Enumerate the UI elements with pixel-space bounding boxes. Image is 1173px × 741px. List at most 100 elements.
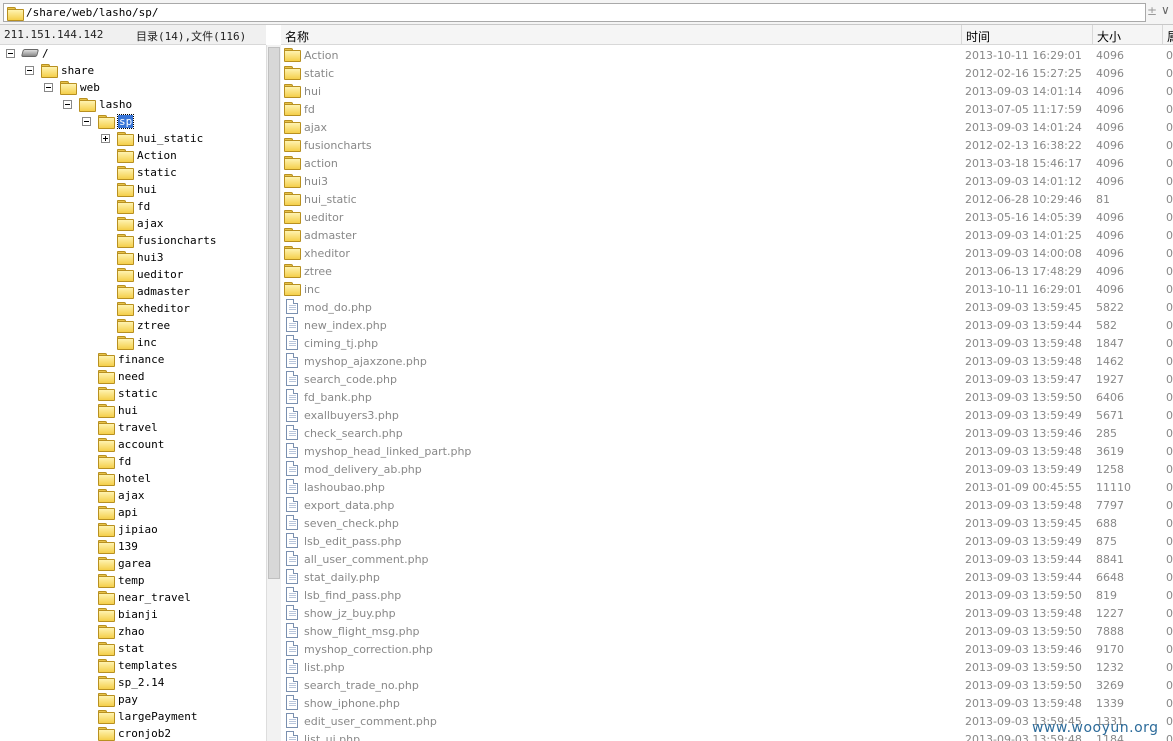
tree-node[interactable]: account (0, 436, 266, 453)
column-name[interactable]: 名称 (281, 25, 961, 45)
tree-node[interactable]: static (0, 385, 266, 402)
tree-node-label[interactable]: / (42, 47, 49, 60)
list-item[interactable]: all_user_comment.php 2013-09-03 13:59:44 8… (281, 550, 1173, 568)
list-item[interactable]: inc 2013-10-11 16:29:01 4096 07 (281, 280, 1173, 298)
tree-node-label[interactable]: near_travel (118, 591, 191, 604)
add-icon[interactable]: ± (1147, 4, 1157, 18)
column-size[interactable]: 大小 (1092, 25, 1162, 45)
list-item[interactable]: show_iphone.php 2013-09-03 13:59:48 1339 07 (281, 694, 1173, 712)
list-item[interactable]: hui_static 2012-06-28 10:29:46 81 07 (281, 190, 1173, 208)
tree-node[interactable]: hui3 (0, 249, 266, 266)
list-item[interactable]: export_data.php 2013-09-03 13:59:48 7797 07 (281, 496, 1173, 514)
column-perm[interactable]: 属 (1162, 25, 1173, 45)
list-item[interactable]: list.php 2013-09-03 13:59:50 1232 07 (281, 658, 1173, 676)
list-item[interactable]: lashoubao.php 2013-01-09 00:45:55 11110 07 (281, 478, 1173, 496)
list-item[interactable]: lsb_edit_pass.php 2013-09-03 13:59:49 875 0… (281, 532, 1173, 550)
collapse-icon[interactable] (44, 83, 53, 92)
list-item[interactable]: ueditor 2013-05-16 14:05:39 4096 07 (281, 208, 1173, 226)
list-item[interactable]: lsb_find_pass.php 2013-09-03 13:59:50 819 0… (281, 586, 1173, 604)
list-item[interactable]: myshop_head_linked_part.php 2013-09-03 13… (281, 442, 1173, 460)
tree-scrollbar[interactable] (266, 45, 281, 741)
tree-node-label[interactable]: hui_static (137, 132, 203, 145)
collapse-icon[interactable] (82, 117, 91, 126)
tree-node[interactable]: static (0, 164, 266, 181)
tree-node[interactable]: fd (0, 198, 266, 215)
list-item[interactable]: mod_delivery_ab.php 2013-09-03 13:59:49 12… (281, 460, 1173, 478)
tree-node-label[interactable]: temp (118, 574, 145, 587)
tree-node[interactable]: ztree (0, 317, 266, 334)
collapse-icon[interactable] (63, 100, 72, 109)
tree-node-label[interactable]: jipiao (118, 523, 158, 536)
tree-node[interactable]: Action (0, 147, 266, 164)
tree-node[interactable]: largePayment (0, 708, 266, 725)
tree-node-label[interactable]: static (118, 387, 158, 400)
list-item[interactable]: fd_bank.php 2013-09-03 13:59:50 6406 07 (281, 388, 1173, 406)
tree-node-label[interactable]: sp_2.14 (118, 676, 164, 689)
tree-node[interactable]: ajax (0, 215, 266, 232)
tree-node-label[interactable]: hotel (118, 472, 151, 485)
list-item[interactable]: admaster 2013-09-03 14:01:25 4096 07 (281, 226, 1173, 244)
tree-node-label[interactable]: need (118, 370, 145, 383)
tree-node-label[interactable]: account (118, 438, 164, 451)
list-item[interactable]: hui 2013-09-03 14:01:14 4096 07 (281, 82, 1173, 100)
tree-node[interactable]: web (0, 79, 266, 96)
tree-node-label[interactable]: hui (137, 183, 157, 196)
list-item[interactable]: stat_daily.php 2013-09-03 13:59:44 6648 07 (281, 568, 1173, 586)
tree-node-label[interactable]: 139 (118, 540, 138, 553)
tree-node-label[interactable]: api (118, 506, 138, 519)
tree-node-label[interactable]: static (137, 166, 177, 179)
tree-node-label[interactable]: Action (137, 149, 177, 162)
list-item[interactable]: hui3 2013-09-03 14:01:12 4096 07 (281, 172, 1173, 190)
tree-node[interactable]: xheditor (0, 300, 266, 317)
list-item[interactable]: myshop_correction.php 2013-09-03 13:59:46… (281, 640, 1173, 658)
tree-node-label[interactable]: share (61, 64, 94, 77)
tree-node[interactable]: hui (0, 181, 266, 198)
list-item[interactable]: exallbuyers3.php 2013-09-03 13:59:49 5671 0… (281, 406, 1173, 424)
list-item[interactable]: new_index.php 2013-09-03 13:59:44 582 07 (281, 316, 1173, 334)
collapse-icon[interactable] (25, 66, 34, 75)
tree-node[interactable]: templates (0, 657, 266, 674)
tree-node[interactable]: garea (0, 555, 266, 572)
tree-node[interactable]: jipiao (0, 521, 266, 538)
tree-node[interactable]: ueditor (0, 266, 266, 283)
list-item[interactable]: ajax 2013-09-03 14:01:24 4096 07 (281, 118, 1173, 136)
tree-node-label[interactable]: travel (118, 421, 158, 434)
list-item[interactable]: ztree 2013-06-13 17:48:29 4096 07 (281, 262, 1173, 280)
tree-node-label[interactable]: hui3 (137, 251, 164, 264)
tree-node[interactable]: finance (0, 351, 266, 368)
tree-node-label[interactable]: largePayment (118, 710, 197, 723)
tree-node[interactable]: pay (0, 691, 266, 708)
tree-node-label[interactable]: pay (118, 693, 138, 706)
tree-node[interactable]: hui_static (0, 130, 266, 147)
tree-node[interactable]: temp (0, 572, 266, 589)
path-input[interactable]: /share/web/lasho/sp/ (3, 3, 1146, 22)
tree-node[interactable]: api (0, 504, 266, 521)
tree-node-label[interactable]: inc (137, 336, 157, 349)
list-item[interactable]: static 2012-02-16 15:27:25 4096 07 (281, 64, 1173, 82)
list-item[interactable]: search_trade_no.php 2013-09-03 13:59:50 32… (281, 676, 1173, 694)
chevron-down-icon[interactable]: ∨ (1161, 3, 1170, 17)
tree-node-label[interactable]: web (80, 81, 100, 94)
list-item[interactable]: Action 2013-10-11 16:29:01 4096 07 (281, 46, 1173, 64)
list-item[interactable]: fd 2013-07-05 11:17:59 4096 07 (281, 100, 1173, 118)
list-item[interactable]: check_search.php 2013-09-03 13:59:46 285 07 (281, 424, 1173, 442)
tree-node[interactable]: travel (0, 419, 266, 436)
tree-node-label[interactable]: ajax (118, 489, 145, 502)
tree-node-label[interactable]: sp (116, 114, 135, 129)
tree-node[interactable]: bianji (0, 606, 266, 623)
column-time[interactable]: 时间 (961, 25, 1092, 45)
tree-node[interactable]: cronjob2 (0, 725, 266, 741)
collapse-icon[interactable] (6, 49, 15, 58)
list-item[interactable]: ciming_tj.php 2013-09-03 13:59:48 1847 07 (281, 334, 1173, 352)
tree-node[interactable]: zhao (0, 623, 266, 640)
list-item[interactable]: xheditor 2013-09-03 14:00:08 4096 07 (281, 244, 1173, 262)
list-item[interactable]: show_flight_msg.php 2013-09-03 13:59:50 78… (281, 622, 1173, 640)
tree-node[interactable]: lasho (0, 96, 266, 113)
list-item[interactable]: seven_check.php 2013-09-03 13:59:45 688 07 (281, 514, 1173, 532)
tree-node[interactable]: fusioncharts (0, 232, 266, 249)
tree-node-label[interactable]: zhao (118, 625, 145, 638)
list-item[interactable]: mod_do.php 2013-09-03 13:59:45 5822 07 (281, 298, 1173, 316)
tree-node[interactable]: inc (0, 334, 266, 351)
list-item[interactable]: action 2013-03-18 15:46:17 4096 07 (281, 154, 1173, 172)
tree-node[interactable]: near_travel (0, 589, 266, 606)
